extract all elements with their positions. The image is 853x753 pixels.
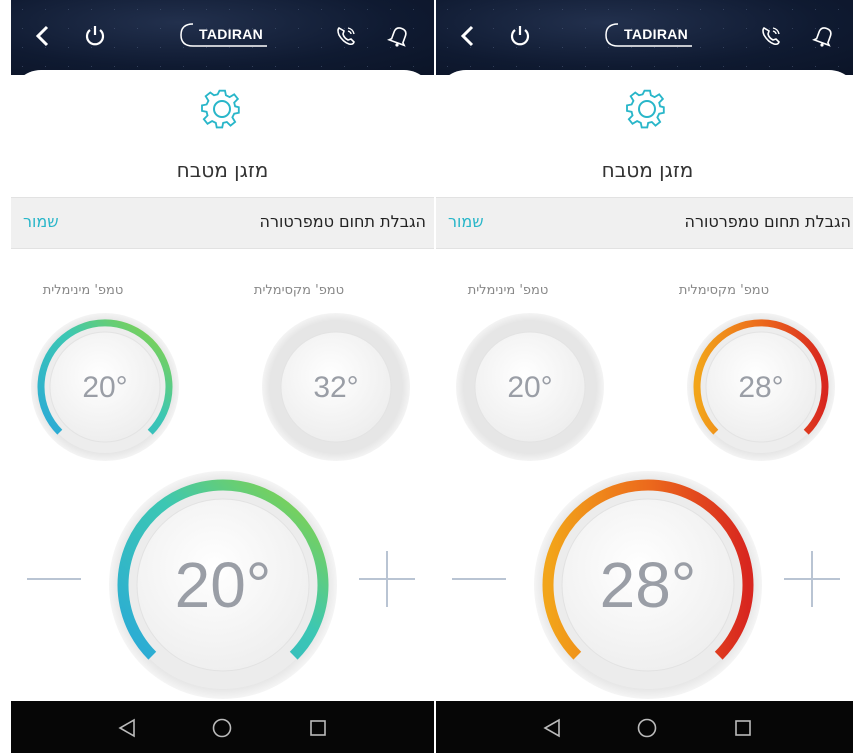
phone-call-icon[interactable] xyxy=(757,22,785,50)
section-title: הגבלת תחום טמפרטורה xyxy=(259,212,426,231)
phone-screen-right: TADIRAN מזגן מטבח שמור הגבלת תחום טמפרטו… xyxy=(436,0,853,753)
min-temp-value: 20° xyxy=(507,371,552,404)
decrease-button[interactable] xyxy=(452,578,506,580)
nav-back-icon[interactable] xyxy=(541,717,563,739)
max-temp-label: טמפ' מקסימלית xyxy=(678,283,770,298)
main-temp-dial[interactable]: 20° xyxy=(107,469,339,701)
bell-icon[interactable] xyxy=(810,22,838,50)
device-name: מזגן מטבח xyxy=(176,158,269,182)
nav-recent-apps-icon[interactable] xyxy=(307,717,329,739)
tadiran-logo: TADIRAN xyxy=(179,22,271,48)
save-button[interactable]: שמור xyxy=(448,212,484,231)
increase-button[interactable] xyxy=(784,551,840,607)
nav-back-icon[interactable] xyxy=(116,717,138,739)
back-icon[interactable] xyxy=(29,22,57,50)
increase-button[interactable] xyxy=(359,551,415,607)
max-temp-dial[interactable]: 28° xyxy=(685,311,837,463)
decrease-button[interactable] xyxy=(27,578,81,580)
min-temp-label: טמפ' מינימלית xyxy=(467,283,549,298)
min-temp-value: 20° xyxy=(82,371,127,404)
android-nav-bar xyxy=(436,701,853,753)
min-temp-dial[interactable]: 20° xyxy=(29,311,181,463)
nav-recent-apps-icon[interactable] xyxy=(732,717,754,739)
bell-icon[interactable] xyxy=(385,22,413,50)
max-temp-dial[interactable]: 32° xyxy=(260,311,412,463)
power-icon[interactable] xyxy=(81,22,109,50)
max-temp-value: 32° xyxy=(313,371,358,404)
phone-call-icon[interactable] xyxy=(332,22,360,50)
main-temp-value: 28° xyxy=(600,549,697,621)
tadiran-logo: TADIRAN xyxy=(604,22,696,48)
nav-home-icon[interactable] xyxy=(636,717,658,739)
power-icon[interactable] xyxy=(506,22,534,50)
settings-gear-icon[interactable] xyxy=(625,89,669,133)
device-name: מזגן מטבח xyxy=(601,158,694,182)
min-temp-dial[interactable]: 20° xyxy=(454,311,606,463)
settings-gear-icon[interactable] xyxy=(200,89,244,133)
phone-screen-left: TADIRAN מזגן מטבח שמור הגבלת תחום טמפרטו… xyxy=(11,0,434,753)
back-icon[interactable] xyxy=(454,22,482,50)
save-button[interactable]: שמור xyxy=(23,212,59,231)
min-temp-label: טמפ' מינימלית xyxy=(42,283,124,298)
brand-name: TADIRAN xyxy=(624,26,689,42)
nav-home-icon[interactable] xyxy=(211,717,233,739)
max-temp-value: 28° xyxy=(738,371,783,404)
settings-header-bar: שמור הגבלת תחום טמפרטורה xyxy=(436,197,853,249)
main-temp-dial[interactable]: 28° xyxy=(532,469,764,701)
section-title: הגבלת תחום טמפרטורה xyxy=(684,212,851,231)
top-bar: TADIRAN xyxy=(11,0,434,75)
top-bar: TADIRAN xyxy=(436,0,853,75)
settings-header-bar: שמור הגבלת תחום טמפרטורה xyxy=(11,197,434,249)
brand-name: TADIRAN xyxy=(199,26,264,42)
max-temp-label: טמפ' מקסימלית xyxy=(253,283,345,298)
android-nav-bar xyxy=(11,701,434,753)
main-temp-value: 20° xyxy=(175,549,272,621)
